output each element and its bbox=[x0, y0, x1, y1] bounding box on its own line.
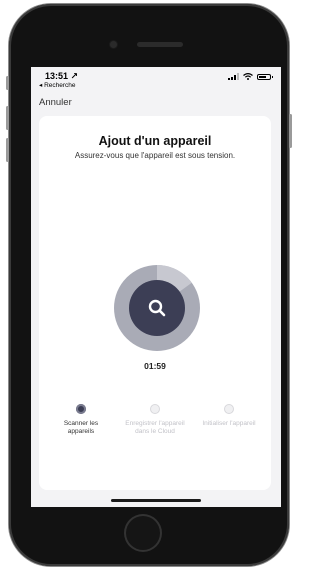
page-subtitle: Assurez-vous que l'appareil est sous ten… bbox=[74, 151, 236, 160]
step-label: Scanner les appareils bbox=[63, 420, 99, 435]
power-button bbox=[289, 114, 292, 148]
status-icons bbox=[228, 73, 273, 80]
battery-icon bbox=[257, 73, 273, 80]
wifi-icon bbox=[243, 73, 253, 80]
step-label: Enregistrer l'appareil dans le Cloud bbox=[125, 420, 185, 435]
signal-icon bbox=[228, 73, 239, 80]
device-init-icon bbox=[224, 404, 234, 414]
step-label: Initialiser l'appareil bbox=[202, 420, 256, 427]
scan-indicator bbox=[114, 265, 200, 351]
home-indicator bbox=[111, 499, 201, 502]
scan-timer: 01:59 bbox=[144, 361, 166, 371]
cloud-icon bbox=[150, 404, 160, 414]
earpiece-speaker bbox=[137, 42, 183, 47]
mute-switch bbox=[6, 76, 9, 90]
cancel-button[interactable]: Annuler bbox=[39, 97, 72, 108]
search-icon bbox=[148, 299, 166, 317]
page-title: Ajout d'un appareil bbox=[98, 134, 212, 148]
step-register-cloud: Enregistrer l'appareil dans le Cloud bbox=[125, 404, 185, 435]
back-to-search-link[interactable]: ◂ Recherche bbox=[39, 81, 76, 89]
step-initialize-device: Initialiser l'appareil bbox=[199, 404, 259, 428]
step-scan-devices: Scanner les appareils bbox=[51, 404, 111, 435]
volume-down-button bbox=[6, 138, 9, 162]
scan-step-icon bbox=[76, 404, 86, 414]
front-camera bbox=[110, 41, 117, 48]
screen: 13:51 ↗ ◂ Recherche Annuler Ajout d'un a… bbox=[31, 67, 281, 507]
volume-up-button bbox=[6, 106, 9, 130]
progress-steps: Scanner les appareils Enregistrer l'appa… bbox=[39, 404, 271, 474]
add-device-card: Ajout d'un appareil Assurez-vous que l'a… bbox=[39, 116, 271, 490]
home-button[interactable] bbox=[126, 516, 160, 550]
